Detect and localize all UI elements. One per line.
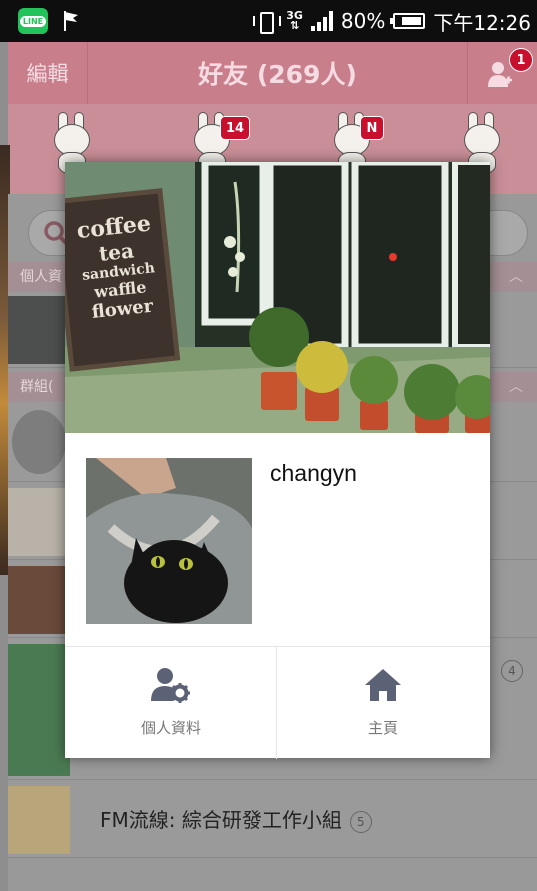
clock: 下午12:26: [433, 10, 531, 35]
screen: LINE 3G ⇅ 80% 下午12:26 編輯 好友 (269人) 1 14 …: [0, 0, 537, 891]
notification-badge: 1: [509, 48, 533, 72]
battery-percent: 80%: [340, 9, 386, 33]
cover-sign: coffee tea sandwich waffle flower: [75, 210, 156, 323]
cover-photo[interactable]: coffee tea sandwich waffle flower: [65, 162, 490, 433]
profile-popup: coffee tea sandwich waffle flower changy…: [65, 162, 490, 759]
network-type: 3G ⇅: [286, 9, 303, 32]
profile-info-button[interactable]: 個人資料: [65, 647, 277, 759]
sticker-badge: 14: [220, 116, 250, 140]
avatar: [8, 566, 70, 634]
avatar: [8, 488, 70, 556]
home-icon: [365, 669, 401, 701]
list-item[interactable]: FM流線: 綜合研發工作小組 5: [8, 782, 537, 858]
signal-icon: [310, 11, 333, 31]
profile-info-label: 個人資料: [140, 719, 201, 737]
line-app-icon: LINE: [18, 8, 48, 34]
sticker-badge: N: [360, 116, 384, 140]
profile-username: changyn: [270, 460, 357, 486]
member-count: 5: [349, 810, 372, 833]
add-friend-icon: [488, 62, 512, 87]
avatar: [8, 786, 70, 854]
home-label: 主頁: [367, 719, 398, 737]
home-button[interactable]: 主頁: [277, 647, 489, 759]
profile-settings-icon: [151, 668, 190, 703]
edit-button[interactable]: 編輯: [8, 42, 88, 104]
page-title: 好友 (269人): [198, 60, 357, 89]
app-header: 編輯 好友 (269人) 1: [8, 42, 537, 104]
group-default-icon: [12, 410, 66, 474]
add-friend-button[interactable]: 1: [467, 42, 537, 104]
group-name: FM流線: 綜合研發工作小組: [100, 808, 342, 832]
profile-avatar-image: [86, 458, 252, 624]
status-bar: LINE 3G ⇅ 80% 下午12:26: [0, 0, 537, 42]
collapse-chevron-icon: ︿: [509, 379, 523, 395]
member-count: 4: [501, 660, 523, 682]
profile-avatar[interactable]: [86, 458, 252, 624]
flag-notification-icon: [64, 11, 78, 31]
battery-icon: [390, 13, 426, 29]
vibrate-icon: [252, 10, 282, 34]
avatar: [8, 644, 70, 776]
collapse-chevron-icon: ︿: [509, 269, 523, 285]
profile-actions: 個人資料 主頁: [65, 646, 490, 759]
avatar: [8, 296, 70, 364]
